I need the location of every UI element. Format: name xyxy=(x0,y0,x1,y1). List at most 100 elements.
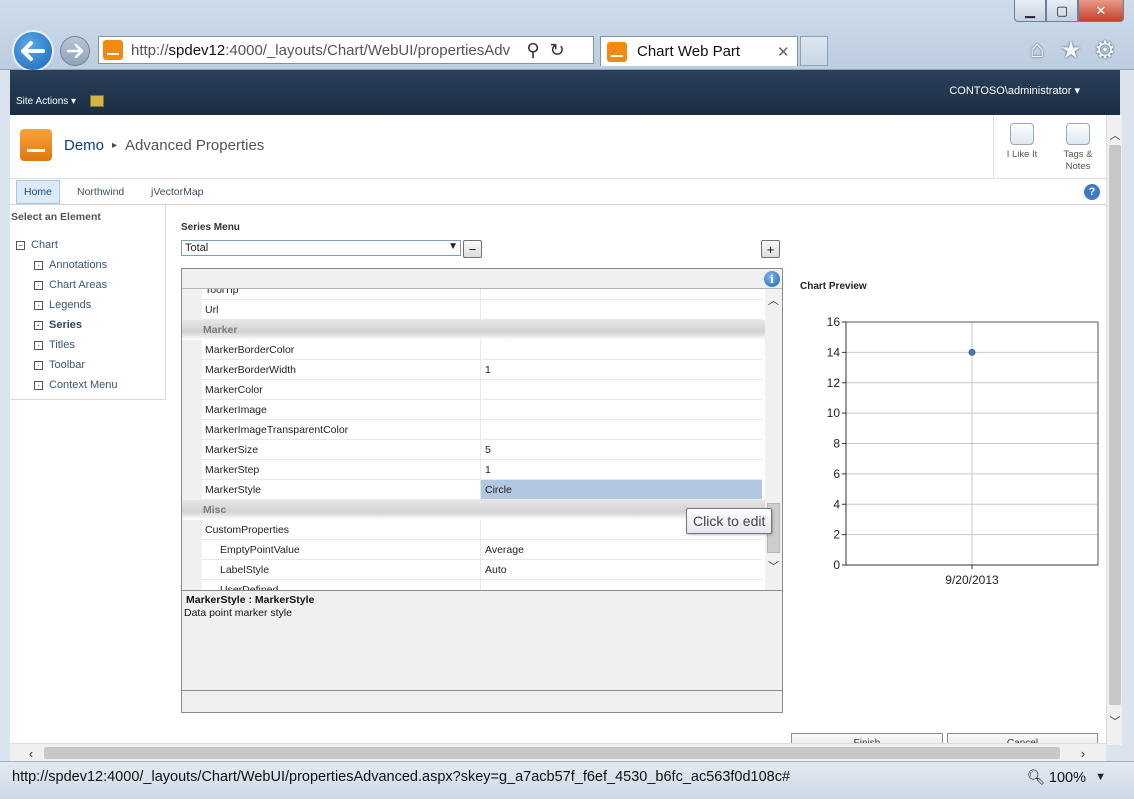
chevron-up-icon[interactable]: ︿ xyxy=(765,291,782,308)
search-icon[interactable]: ⚲ xyxy=(521,40,545,61)
property-category[interactable]: Marker xyxy=(182,320,765,340)
property-value[interactable] xyxy=(481,400,762,419)
tab-close-icon[interactable]: ✕ xyxy=(777,43,797,61)
page-horizontal-scrollbar[interactable]: ‹ › xyxy=(10,743,1106,761)
property-row[interactable]: MarkerBorderWidth 1 xyxy=(202,360,762,380)
property-row[interactable]: Url xyxy=(202,300,762,320)
breadcrumb-current: Advanced Properties xyxy=(125,137,265,154)
y-tick-label: 10 xyxy=(827,406,841,420)
chevron-down-icon[interactable]: ﹀ xyxy=(765,557,782,574)
browser-tab[interactable]: Chart Web Part ✕ xyxy=(600,36,798,66)
property-row[interactable]: ToolTip xyxy=(202,289,762,300)
element-tree: Select an Element − Chart · Annotations · C… xyxy=(10,205,166,400)
settings-gear-icon[interactable]: ⚙ xyxy=(1092,36,1118,65)
property-row[interactable]: EmptyPointValue Average xyxy=(202,540,762,560)
property-value[interactable] xyxy=(481,340,762,359)
navigate-up-icon[interactable] xyxy=(90,95,104,107)
property-value[interactable]: Average xyxy=(481,540,762,559)
chevron-up-icon[interactable]: ︿ xyxy=(1107,127,1123,143)
property-row[interactable]: MarkerStep 1 xyxy=(202,460,762,480)
topnav-northwind[interactable]: Northwind xyxy=(70,180,131,204)
info-icon[interactable]: i xyxy=(764,271,780,287)
property-row[interactable]: MarkerImage xyxy=(202,400,762,420)
maximize-button[interactable]: ▢ xyxy=(1046,0,1078,22)
tree-node-chart-areas[interactable]: · Chart Areas xyxy=(34,279,107,291)
address-host: spdev12 xyxy=(168,41,226,59)
zoom-dropdown-icon[interactable]: ▼ xyxy=(1095,771,1106,783)
property-category[interactable]: Misc xyxy=(182,500,765,520)
address-text[interactable]: http://spdev12:4000/_layouts/Chart/WebUI… xyxy=(131,42,521,59)
tree-node-toolbar[interactable]: · Toolbar xyxy=(34,359,85,371)
chevron-down-icon[interactable]: ﹀ xyxy=(1107,713,1123,729)
property-row[interactable]: UserDefined xyxy=(202,580,762,590)
tree-leaf-icon: · xyxy=(34,320,43,330)
page-vertical-scroll-thumb[interactable] xyxy=(1109,145,1121,705)
close-window-button[interactable]: ✕ xyxy=(1078,0,1124,22)
address-bar[interactable]: http://spdev12:4000/_layouts/Chart/WebUI… xyxy=(98,36,594,64)
property-name: MarkerColor xyxy=(202,380,481,399)
property-row[interactable]: MarkerImageTransparentColor xyxy=(202,420,762,440)
chevron-right-icon[interactable]: › xyxy=(1074,745,1092,761)
zoom-control[interactable]: 🔍︎ 100% xyxy=(1026,769,1086,787)
browser-chrome: ▁ ▢ ✕ http://spdev12:4000/_layouts/Chart… xyxy=(0,0,1134,72)
property-value[interactable] xyxy=(481,420,762,439)
tree-node-label: Annotations xyxy=(49,259,108,271)
help-icon[interactable]: ? xyxy=(1084,184,1100,200)
property-value[interactable]: Circle xyxy=(481,480,762,499)
finish-button[interactable]: Finish xyxy=(791,733,943,743)
tree-node-context-menu[interactable]: · Context Menu xyxy=(34,379,117,391)
breadcrumb-site-link[interactable]: Demo xyxy=(64,137,104,154)
property-value[interactable]: 1 xyxy=(481,360,762,379)
page-vertical-scrollbar[interactable]: ︿ ﹀ xyxy=(1106,115,1122,745)
site-logo-icon[interactable] xyxy=(20,129,52,161)
property-grid: i ToolTip Url Marker MarkerBorderColor Marke… xyxy=(181,268,783,713)
property-row[interactable]: MarkerColor xyxy=(202,380,762,400)
property-value[interactable]: 1 xyxy=(481,460,762,479)
collapse-icon[interactable]: − xyxy=(16,240,25,250)
tree-node-label: Context Menu xyxy=(49,379,118,391)
new-tab-button[interactable] xyxy=(800,36,828,66)
tree-leaf-icon: · xyxy=(34,340,43,350)
user-menu[interactable]: CONTOSO\administrator ▾ xyxy=(949,84,1080,97)
property-grid-scrollbar[interactable]: ︿ ﹀ xyxy=(765,289,782,590)
minimize-button[interactable]: ▁ xyxy=(1014,0,1046,22)
property-row[interactable]: CustomProperties xyxy=(202,520,762,540)
i-like-it-button[interactable]: I Like It xyxy=(994,115,1050,179)
page-horizontal-scroll-thumb[interactable] xyxy=(44,747,1060,759)
topnav-home[interactable]: Home xyxy=(16,180,61,204)
series-select[interactable]: Total ▼ xyxy=(181,240,461,256)
property-row[interactable]: LabelStyle Auto xyxy=(202,560,762,580)
i-like-it-label: I Like It xyxy=(1006,149,1038,160)
y-tick-label: 4 xyxy=(833,497,840,511)
property-value[interactable] xyxy=(481,300,762,319)
tree-node-legends[interactable]: · Legends xyxy=(34,299,91,311)
topnav-jvectormap[interactable]: jVectorMap xyxy=(144,180,211,204)
forward-button[interactable] xyxy=(60,36,90,66)
property-row[interactable]: MarkerStyle Circle xyxy=(202,480,762,500)
y-tick-label: 16 xyxy=(827,315,841,329)
property-grid-toolbar: i xyxy=(182,269,782,289)
tags-notes-button[interactable]: Tags & Notes xyxy=(1050,115,1106,179)
tags-label: Tags & xyxy=(1063,149,1093,160)
home-icon[interactable]: ⌂ xyxy=(1024,36,1050,65)
property-row[interactable]: MarkerSize 5 xyxy=(202,440,762,460)
remove-series-button[interactable]: − xyxy=(463,240,482,258)
tree-node-chart[interactable]: − Chart xyxy=(16,239,58,251)
property-value[interactable] xyxy=(481,380,762,399)
property-value[interactable] xyxy=(481,580,762,590)
chevron-left-icon[interactable]: ‹ xyxy=(22,745,40,761)
refresh-icon[interactable]: ↻ xyxy=(545,40,569,61)
tree-node-series[interactable]: · Series xyxy=(34,319,82,331)
property-row[interactable]: MarkerBorderColor xyxy=(202,340,762,360)
property-value[interactable]: Auto xyxy=(481,560,762,579)
tree-node-titles[interactable]: · Titles xyxy=(34,339,75,351)
add-series-button[interactable]: + xyxy=(761,240,780,258)
cancel-button[interactable]: Cancel xyxy=(947,733,1098,743)
tree-node-annotations[interactable]: · Annotations xyxy=(34,259,107,271)
property-value[interactable] xyxy=(481,289,762,299)
data-point xyxy=(968,348,976,356)
site-actions-menu[interactable]: Site Actions ▾ xyxy=(16,96,76,107)
back-button[interactable] xyxy=(12,30,54,72)
property-value[interactable]: 5 xyxy=(481,440,762,459)
favorites-star-icon[interactable]: ★ xyxy=(1058,36,1084,65)
